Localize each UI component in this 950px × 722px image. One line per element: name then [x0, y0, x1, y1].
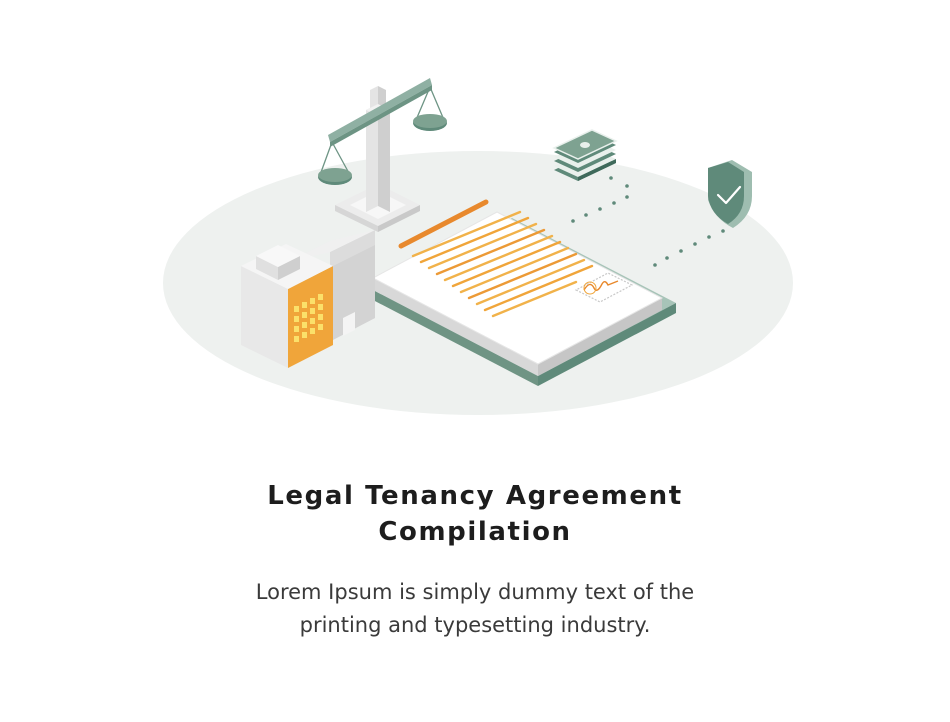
- description-line-1: Lorem Ipsum is simply dummy text of the: [255, 580, 695, 604]
- description-text: Lorem Ipsum is simply dummy text of the …: [0, 576, 950, 642]
- description-line-2: printing and typesetting industry.: [299, 613, 651, 637]
- page-title: Legal Tenancy Agreement Compilation: [0, 478, 950, 550]
- tenancy-agreement-illustration: [163, 78, 793, 415]
- title-line-2: Compilation: [378, 517, 572, 547]
- title-line-1: Legal Tenancy Agreement: [267, 481, 683, 511]
